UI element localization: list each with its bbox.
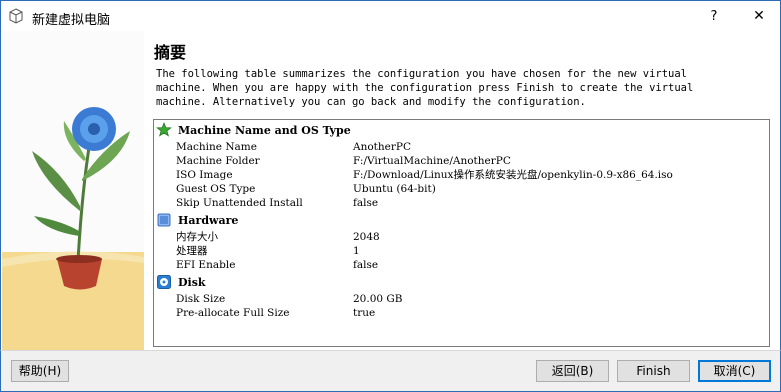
button-bar: 帮助(H) 返回(B) Finish 取消(C)	[0, 350, 781, 392]
section-hardware-title: Hardware	[178, 213, 239, 227]
section-disk-title: Disk	[178, 275, 206, 289]
row-key: Disk Size	[176, 293, 226, 305]
section-machine: Machine Name and OS Type	[156, 122, 351, 138]
row-key: Machine Folder	[176, 155, 260, 167]
row-value: Ubuntu (64-bit)	[353, 183, 436, 195]
title-close-button[interactable]: ✕	[737, 1, 781, 32]
finish-button[interactable]: Finish	[617, 360, 690, 382]
row-value: AnotherPC	[353, 141, 411, 153]
wizard-page: 摘要 The following table summarizes the co…	[0, 31, 781, 350]
row-value: 2048	[353, 231, 380, 243]
row-key: Machine Name	[176, 141, 257, 153]
summary-table[interactable]: Machine Name and OS Type Machine Name Ano…	[153, 119, 770, 347]
row-key: 处理器	[176, 245, 208, 257]
row-key: Guest OS Type	[176, 183, 256, 195]
row-value: false	[353, 197, 379, 209]
row-value: F:/VirtualMachine/AnotherPC	[353, 155, 511, 167]
row-value: 1	[353, 245, 360, 257]
row-key: EFI Enable	[176, 259, 236, 271]
section-hardware: Hardware	[156, 212, 238, 228]
machine-star-icon	[156, 122, 172, 137]
section-disk: Disk	[156, 274, 206, 290]
row-value: 20.00 GB	[353, 293, 403, 305]
row-key: Pre-allocate Full Size	[176, 307, 290, 319]
row-value: true	[353, 307, 376, 319]
page-title: 摘要	[154, 43, 187, 62]
flower-illustration	[2, 31, 144, 350]
page-description: The following table summarizes the confi…	[156, 68, 694, 108]
title-help-button[interactable]: ?	[691, 1, 737, 32]
help-button[interactable]: 帮助(H)	[11, 360, 69, 382]
row-value: F:/Download/Linux操作系统安装光盘/openkylin-0.9-…	[353, 169, 673, 181]
row-key: ISO Image	[176, 169, 233, 181]
row-key: 内存大小	[176, 231, 218, 243]
row-key: Skip Unattended Install	[176, 197, 303, 209]
window-title: 新建虚拟电脑	[32, 13, 111, 28]
chip-icon	[157, 213, 171, 227]
virtualbox-icon	[9, 8, 23, 24]
disk-icon	[157, 275, 171, 289]
section-machine-title: Machine Name and OS Type	[178, 123, 351, 137]
title-bar: 新建虚拟电脑 ? ✕	[0, 0, 781, 31]
back-button[interactable]: 返回(B)	[536, 360, 609, 382]
row-value: false	[353, 259, 379, 271]
cancel-button[interactable]: 取消(C)	[698, 360, 771, 382]
